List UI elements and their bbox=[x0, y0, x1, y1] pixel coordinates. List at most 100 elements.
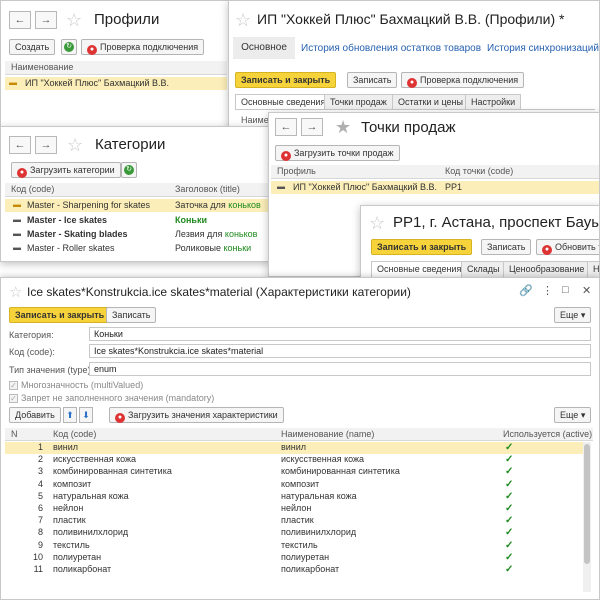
row-icon: ▬ bbox=[277, 182, 285, 191]
move-up-button[interactable]: ⬆ bbox=[63, 407, 77, 423]
star-icon[interactable]: ☆ bbox=[9, 283, 22, 303]
tab-settings[interactable]: Настройки bbox=[465, 94, 522, 110]
row-code: Master - Skating blades bbox=[27, 229, 128, 239]
table-row[interactable]: ▬ Master - Ice skates Коньки bbox=[1, 215, 271, 227]
star-icon[interactable]: ☆ bbox=[67, 135, 83, 155]
star-icon[interactable]: ☆ bbox=[369, 213, 385, 233]
link-sync-history[interactable]: История синхронизаций bbox=[487, 43, 599, 54]
load-categories-button[interactable]: ● Загрузить категории bbox=[11, 162, 121, 178]
row-name: полиуретан bbox=[281, 551, 330, 562]
forward-button[interactable]: → bbox=[35, 136, 57, 154]
table-row[interactable]: 4 композит композит ✓ bbox=[5, 479, 583, 491]
save-button[interactable]: Записать bbox=[347, 72, 398, 88]
table-row[interactable]: 11 поликарбонат поликарбонат ✓ bbox=[5, 564, 583, 576]
category-field[interactable]: Коньки bbox=[89, 327, 591, 341]
back-button[interactable]: ← bbox=[9, 136, 31, 154]
tab-main[interactable]: Основное bbox=[233, 37, 295, 59]
table-header: Профиль Код точки (code) bbox=[271, 165, 599, 179]
row-number: 11 bbox=[33, 564, 43, 574]
tab-next[interactable]: На bbox=[587, 261, 599, 277]
row-code: пластик bbox=[53, 515, 86, 526]
type-field[interactable]: enum bbox=[89, 362, 591, 376]
table-row[interactable]: ▬ Master - Sharpening for skates Заточка… bbox=[1, 200, 271, 212]
category-label: Категория: bbox=[9, 330, 54, 340]
check-icon: ✓ bbox=[505, 527, 514, 539]
move-down-button[interactable]: ⬇ bbox=[79, 407, 93, 423]
tab-sale-points[interactable]: Точки продаж bbox=[324, 94, 393, 110]
save-close-button[interactable]: Записать и закрыть bbox=[371, 239, 473, 255]
link-icon[interactable]: 🔗 bbox=[519, 284, 533, 297]
row-number: 6 bbox=[37, 503, 43, 513]
row-code: комбинированная синтетика bbox=[53, 466, 172, 477]
tab-general[interactable]: Основные сведения bbox=[235, 94, 332, 110]
close-icon[interactable]: ✕ bbox=[582, 284, 591, 297]
table-row[interactable]: 5 натуральная кожа натуральная кожа ✓ bbox=[5, 491, 583, 503]
row-name: текстиль bbox=[281, 539, 318, 550]
column-code: Код точки (code) bbox=[445, 166, 514, 176]
row-icon: ▬ bbox=[13, 229, 21, 238]
star-icon[interactable]: ☆ bbox=[66, 10, 82, 30]
more-button-table[interactable]: Еще ▾ bbox=[554, 407, 592, 423]
mandatory-checkbox[interactable]: ✓ bbox=[9, 394, 18, 403]
save-button[interactable]: Записать bbox=[481, 239, 532, 255]
row-title: Роликовые коньки bbox=[175, 243, 252, 253]
table-row[interactable]: ▬ ИП "Хоккей Плюс" Бахмацкий В.В. PP1 bbox=[271, 181, 599, 194]
row-name: ИП "Хоккей Плюс" Бахмацкий В.В. bbox=[25, 78, 169, 88]
table-row[interactable]: 3 комбинированная синтетика комбинированна… bbox=[5, 466, 583, 478]
window-title: Профили bbox=[94, 11, 160, 28]
tab-general[interactable]: Основные сведения bbox=[371, 261, 468, 277]
create-button[interactable]: Создать bbox=[9, 39, 56, 55]
refresh-icon[interactable]: ↻ bbox=[61, 39, 77, 55]
table-row[interactable]: 10 полиуретан полиуретан ✓ bbox=[5, 552, 583, 564]
maximize-icon[interactable]: □ bbox=[562, 284, 569, 296]
back-button[interactable]: ← bbox=[275, 118, 297, 136]
update-icon: ● bbox=[542, 245, 552, 255]
categories-window: ← → ☆ Категории ● Загрузить категории ↻ К… bbox=[0, 126, 272, 262]
tab-pricing[interactable]: Ценообразование bbox=[503, 261, 591, 277]
code-field[interactable]: Ice skates*Konstrukcia.ice skates*materi… bbox=[89, 344, 591, 358]
table-row[interactable]: 6 нейлон нейлон ✓ bbox=[5, 503, 583, 515]
check-icon: ✓ bbox=[505, 503, 514, 514]
star-icon[interactable]: ★ bbox=[335, 117, 351, 137]
update-button[interactable]: ●Обновить то bbox=[536, 239, 599, 255]
row-number: 8 bbox=[37, 527, 43, 538]
table-row[interactable]: 8 поливинилхлорид поливинилхлорид ✓ bbox=[5, 527, 583, 539]
table-row[interactable]: 1 винил винил ✓ bbox=[5, 442, 583, 454]
forward-button[interactable]: → bbox=[301, 118, 323, 136]
save-close-button[interactable]: Записать и закрыть bbox=[9, 307, 111, 323]
more-icon[interactable]: ⋮ bbox=[542, 284, 553, 297]
back-button[interactable]: ← bbox=[9, 11, 31, 29]
table-row[interactable]: ▬ ИП "Хоккей Плюс" Бахмацкий В.В. bbox=[5, 77, 227, 90]
table-row[interactable]: ▬ Master - Skating blades Лезвия для кон… bbox=[1, 229, 271, 241]
scrollbar[interactable] bbox=[583, 442, 591, 592]
check-connection-button[interactable]: ● Проверка подключения bbox=[81, 39, 205, 55]
table-row[interactable]: 2 искусственная кожа искусственная кожа ✓ bbox=[5, 454, 583, 466]
tab-warehouses[interactable]: Склады bbox=[461, 261, 506, 277]
scrollbar-thumb[interactable] bbox=[584, 444, 590, 564]
load-sale-points-button[interactable]: ● Загрузить точки продаж bbox=[275, 145, 400, 161]
forward-button[interactable]: → bbox=[35, 11, 57, 29]
row-code: натуральная кожа bbox=[53, 490, 129, 501]
star-icon[interactable]: ☆ bbox=[235, 10, 251, 30]
save-close-button[interactable]: Записать и закрыть bbox=[235, 72, 337, 88]
link-stock-history[interactable]: История обновления остатков товаров bbox=[301, 43, 481, 54]
save-button[interactable]: Записать bbox=[106, 307, 157, 323]
check-connection-button[interactable]: ● Проверка подключения bbox=[401, 72, 525, 88]
tab-stock-prices[interactable]: Остатки и цены bbox=[392, 94, 469, 110]
table-row[interactable]: 9 текстиль текстиль ✓ bbox=[5, 540, 583, 552]
column-n: N bbox=[11, 429, 18, 439]
row-number: 9 bbox=[37, 539, 43, 550]
load-values-button[interactable]: ● Загрузить значения характеристики bbox=[109, 407, 284, 423]
update-label: Обновить то bbox=[555, 242, 599, 252]
add-button[interactable]: Добавить bbox=[9, 407, 61, 423]
table-row[interactable]: 7 пластик пластик ✓ bbox=[5, 515, 583, 527]
load-values-label: Загрузить значения характеристики bbox=[128, 410, 278, 420]
row-code: поликарбонат bbox=[53, 564, 112, 574]
table-row[interactable]: ▬ Master - Roller skates Роликовые коньк… bbox=[1, 243, 271, 255]
more-button[interactable]: Еще ▾ bbox=[554, 307, 592, 323]
row-name: комбинированная синтетика bbox=[281, 466, 400, 477]
refresh-icon[interactable]: ↻ bbox=[121, 162, 137, 178]
multi-valued-checkbox[interactable]: ✓ bbox=[9, 381, 18, 390]
table-header: Код (code) Заголовок (title) bbox=[5, 183, 271, 197]
row-name: пластик bbox=[281, 515, 314, 526]
